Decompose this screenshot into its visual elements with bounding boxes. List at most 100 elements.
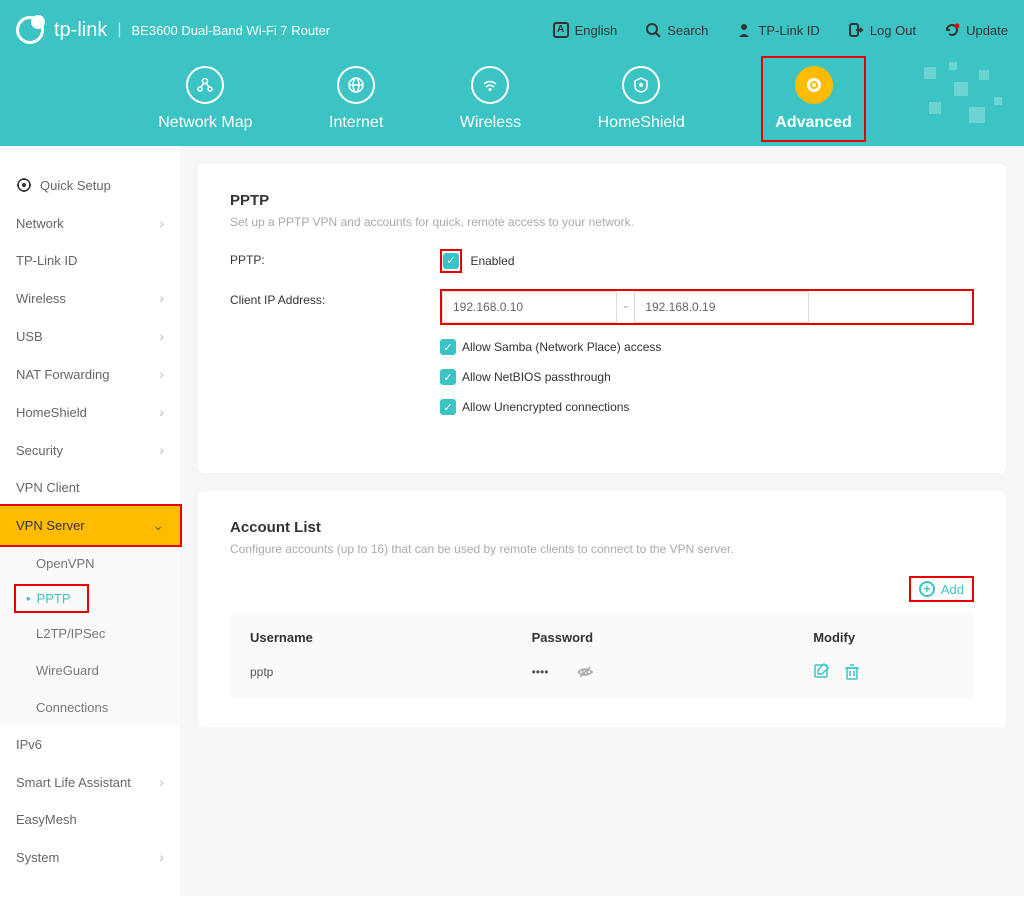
sidebar-security[interactable]: Security› <box>0 431 180 469</box>
ip-dash: - <box>617 298 634 316</box>
cell-username: pptp <box>250 665 532 679</box>
header-links: A English Search TP-Link ID Log Out Upda… <box>553 22 1008 38</box>
brand-text: tp-link <box>54 19 107 42</box>
logout-icon <box>848 22 864 38</box>
add-row: + Add <box>230 576 974 602</box>
sidebar-sub-connections[interactable]: Connections <box>0 689 180 726</box>
sidebar-quick-setup[interactable]: Quick Setup <box>0 166 180 204</box>
sidebar-nat-forwarding[interactable]: NAT Forwarding› <box>0 355 180 393</box>
chevron-right-icon: › <box>159 215 164 231</box>
show-password-icon[interactable] <box>576 663 594 681</box>
chevron-right-icon: › <box>159 366 164 382</box>
table-row: pptp •••• <box>250 663 954 681</box>
shield-icon <box>622 66 660 104</box>
add-account-button[interactable]: + Add <box>909 576 974 602</box>
device-name: BE3600 Dual-Band Wi-Fi 7 Router <box>132 23 331 38</box>
ip-end-input[interactable] <box>634 291 809 323</box>
sidebar: Quick Setup Network› TP-Link ID Wireless… <box>0 146 180 896</box>
wifi-icon <box>471 66 509 104</box>
sidebar-sub-l2tp[interactable]: L2TP/IPSec <box>0 615 180 652</box>
header-top-row: tp-link | BE3600 Dual-Band Wi-Fi 7 Route… <box>0 0 1024 60</box>
sidebar-smart-life[interactable]: Smart Life Assistant› <box>0 763 180 801</box>
update-link[interactable]: Update <box>944 22 1008 38</box>
col-username: Username <box>250 630 532 645</box>
sidebar-vpn-server[interactable]: VPN Server⌄ <box>0 504 182 547</box>
advanced-tab-highlight: Advanced <box>761 56 865 142</box>
tplinkid-link[interactable]: TP-Link ID <box>736 22 819 38</box>
update-icon <box>944 22 960 38</box>
col-modify: Modify <box>813 630 954 645</box>
search-link[interactable]: Search <box>645 22 708 38</box>
decorative-pattern <box>914 62 1014 142</box>
logout-link[interactable]: Log Out <box>848 22 916 38</box>
table-header: Username Password Modify <box>250 630 954 645</box>
tab-network-map[interactable]: Network Map <box>158 60 252 146</box>
pptp-desc: Set up a PPTP VPN and accounts for quick… <box>230 215 974 229</box>
accounts-table: Username Password Modify pptp •••• <box>230 612 974 699</box>
sidebar-network[interactable]: Network› <box>0 204 180 242</box>
ip-start-input[interactable] <box>442 291 617 323</box>
allow-netbios-row[interactable]: ✓ Allow NetBIOS passthrough <box>440 369 974 385</box>
main-panel: PPTP Set up a PPTP VPN and accounts for … <box>180 146 1024 896</box>
network-map-icon <box>186 66 224 104</box>
vpn-server-submenu: OpenVPN PPTP L2TP/IPSec WireGuard Connec… <box>0 545 180 726</box>
samba-checkbox[interactable]: ✓ <box>440 339 456 355</box>
tab-homeshield[interactable]: HomeShield <box>598 60 685 146</box>
ip-range-highlight: - <box>440 289 974 325</box>
header-bar: tp-link | BE3600 Dual-Band Wi-Fi 7 Route… <box>0 0 1024 146</box>
allow-samba-row[interactable]: ✓ Allow Samba (Network Place) access <box>440 339 974 355</box>
logo-icon <box>16 16 44 44</box>
main-tabs: Network Map Internet Wireless HomeShield <box>0 60 1024 146</box>
sidebar-ipv6[interactable]: IPv6 <box>0 726 180 763</box>
col-password: Password <box>532 630 814 645</box>
pptp-title: PPTP <box>230 192 974 209</box>
chevron-right-icon: › <box>159 774 164 790</box>
sidebar-sub-pptp[interactable]: PPTP <box>16 586 87 611</box>
allow-unencrypted-row[interactable]: ✓ Allow Unencrypted connections <box>440 399 974 415</box>
tab-wireless[interactable]: Wireless <box>460 60 521 146</box>
sidebar-easymesh[interactable]: EasyMesh <box>0 801 180 838</box>
chevron-down-icon: ⌄ <box>152 517 164 534</box>
cell-password: •••• <box>532 665 549 679</box>
accounts-title: Account List <box>230 519 974 536</box>
chevron-right-icon: › <box>159 404 164 420</box>
sidebar-wireless[interactable]: Wireless› <box>0 279 180 317</box>
sidebar-sub-wireguard[interactable]: WireGuard <box>0 652 180 689</box>
chevron-right-icon: › <box>159 290 164 306</box>
gear-icon <box>795 66 833 104</box>
globe-icon <box>337 66 375 104</box>
pptp-enable-row: PPTP: ✓ Enabled <box>230 249 974 273</box>
delete-button[interactable] <box>843 663 861 681</box>
tab-advanced[interactable]: Advanced <box>775 60 851 132</box>
sidebar-usb[interactable]: USB› <box>0 317 180 355</box>
search-icon <box>645 22 661 38</box>
sidebar-homeshield[interactable]: HomeShield› <box>0 393 180 431</box>
ip-address-row: Client IP Address: - ✓ Allow Samba (Netw… <box>230 289 974 429</box>
edit-button[interactable] <box>813 663 831 681</box>
language-icon: A <box>553 22 569 38</box>
chevron-right-icon: › <box>159 849 164 865</box>
sidebar-system[interactable]: System› <box>0 838 180 876</box>
language-select[interactable]: A English <box>553 22 618 38</box>
enabled-checkbox[interactable]: ✓ <box>443 253 459 269</box>
ip-label: Client IP Address: <box>230 289 440 307</box>
account-list-card: Account List Configure accounts (up to 1… <box>198 491 1006 727</box>
unencrypted-checkbox[interactable]: ✓ <box>440 399 456 415</box>
user-icon <box>736 22 752 38</box>
tab-internet[interactable]: Internet <box>329 60 383 146</box>
accounts-desc: Configure accounts (up to 16) that can b… <box>230 542 974 556</box>
sidebar-vpn-client[interactable]: VPN Client <box>0 469 180 506</box>
divider: | <box>117 21 121 39</box>
sidebar-sub-openvpn[interactable]: OpenVPN <box>0 545 180 582</box>
pptp-label: PPTP: <box>230 249 440 267</box>
content-area: Quick Setup Network› TP-Link ID Wireless… <box>0 146 1024 896</box>
enabled-highlight: ✓ <box>440 249 462 273</box>
sidebar-tplinkid[interactable]: TP-Link ID <box>0 242 180 279</box>
chevron-right-icon: › <box>159 328 164 344</box>
pptp-highlight: PPTP <box>14 584 89 613</box>
netbios-checkbox[interactable]: ✓ <box>440 369 456 385</box>
logo[interactable]: tp-link <box>16 16 107 44</box>
chevron-right-icon: › <box>159 442 164 458</box>
setup-icon <box>16 177 32 193</box>
pptp-card: PPTP Set up a PPTP VPN and accounts for … <box>198 164 1006 473</box>
